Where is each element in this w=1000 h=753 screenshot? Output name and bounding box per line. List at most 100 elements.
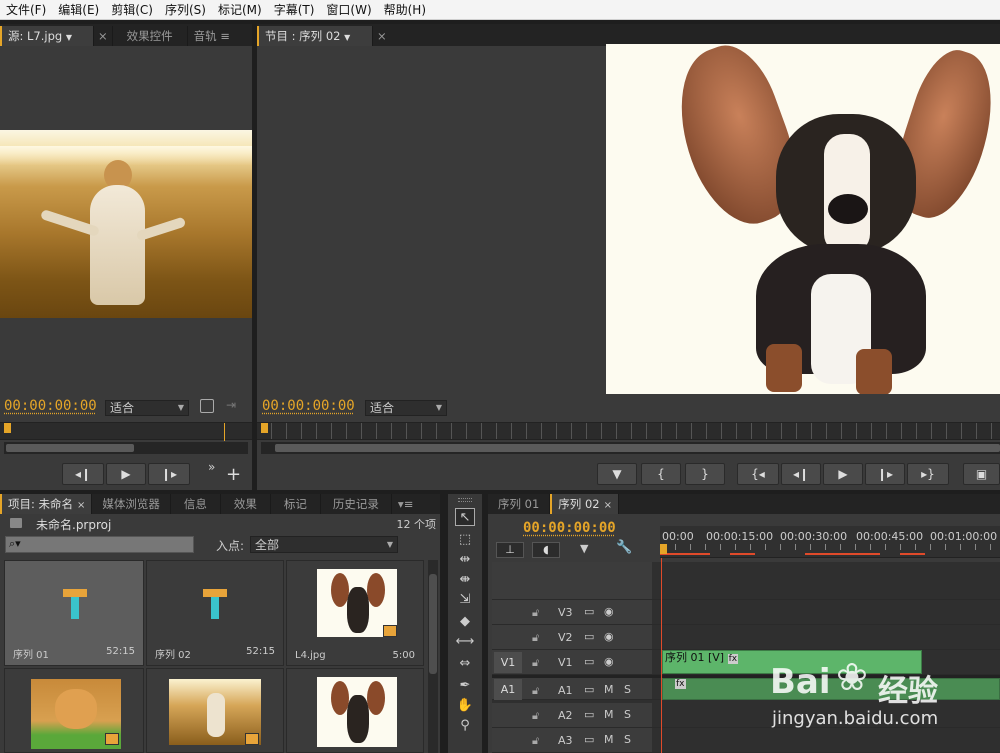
playhead-marker[interactable] — [261, 423, 268, 433]
mute-button[interactable]: M — [604, 708, 614, 721]
tab-sequence-02[interactable]: 序列 02 × — [550, 494, 619, 514]
scroll-thumb[interactable] — [275, 444, 1000, 452]
more-controls-icon[interactable]: » — [208, 460, 215, 474]
razor-tool-icon[interactable]: ◆ — [455, 612, 475, 630]
playhead-marker[interactable] — [4, 423, 11, 433]
in-point-dropdown[interactable]: 全部 ▼ — [250, 536, 398, 553]
track-select-tool-icon[interactable]: ⬚ — [455, 530, 475, 548]
tab-media-browser[interactable]: 媒体浏览器 — [92, 494, 171, 514]
program-fit-dropdown[interactable]: 适合 ▼ — [365, 400, 447, 416]
mute-button[interactable]: M — [604, 733, 614, 746]
tab-effect-controls[interactable]: 效果控件 — [113, 26, 188, 46]
play-button[interactable]: ▶ — [106, 463, 146, 485]
export-frame-icon[interactable]: ⇥ — [226, 398, 236, 412]
toggle-sync-icon[interactable]: ▭ — [584, 683, 594, 696]
project-item-wheat-field[interactable] — [146, 668, 284, 753]
program-zoom-scrollbar[interactable] — [261, 442, 1000, 454]
program-timecode[interactable]: 00:00:00:00 — [262, 398, 355, 414]
linked-selection-icon[interactable]: ◖ — [532, 542, 560, 558]
eye-icon[interactable]: ◉ — [604, 605, 614, 618]
go-to-in-button[interactable]: {◂ — [737, 463, 779, 485]
close-icon[interactable]: × — [77, 500, 85, 511]
rate-stretch-tool-icon[interactable]: ⇲ — [455, 590, 475, 608]
menu-sequence[interactable]: 序列(S) — [159, 0, 212, 20]
menu-edit[interactable]: 编辑(E) — [52, 0, 105, 20]
step-back-button[interactable]: ◂❙ — [62, 463, 104, 485]
mark-out-button[interactable]: } — [685, 463, 725, 485]
selection-tool-icon[interactable]: ↖ — [455, 508, 475, 526]
play-button[interactable]: ▶ — [823, 463, 863, 485]
tab-history[interactable]: 历史记录 — [321, 494, 392, 514]
search-input[interactable]: ⌕▾ — [5, 536, 194, 553]
source-timecode[interactable]: 00:00:00:00 — [4, 398, 97, 414]
solo-button[interactable]: S — [624, 683, 631, 696]
solo-button[interactable]: S — [624, 708, 631, 721]
step-back-button[interactable]: ◂❙ — [781, 463, 821, 485]
slip-tool-icon[interactable]: ⟷ — [455, 632, 475, 650]
toggle-sync-icon[interactable]: ▭ — [584, 605, 594, 618]
project-item-sequence-02[interactable]: 序列 02 52:15 — [146, 560, 284, 666]
lock-icon[interactable]: 🔓︎ — [532, 709, 539, 723]
step-forward-button[interactable]: ❙▸ — [148, 463, 190, 485]
playhead-marker[interactable] — [660, 544, 667, 554]
slide-tool-icon[interactable]: ⇔ — [455, 654, 475, 672]
source-time-ruler[interactable] — [0, 422, 252, 441]
project-item-sequence-01[interactable]: 序列 01 52:15 — [4, 560, 144, 666]
hand-tool-icon[interactable]: ✋ — [455, 696, 475, 714]
menu-title[interactable]: 字幕(T) — [268, 0, 321, 20]
wrench-icon[interactable]: 🔧 — [616, 540, 632, 555]
export-frame-button[interactable]: ▣ — [963, 463, 1000, 485]
tab-project[interactable]: 项目: 未命名 × — [0, 494, 93, 514]
source-patch-a1[interactable]: A1 — [494, 679, 522, 700]
chevron-down-icon[interactable]: ▼ — [66, 33, 72, 42]
lock-icon[interactable]: 🔓︎ — [532, 631, 539, 645]
project-scrollbar[interactable] — [428, 560, 438, 753]
menu-help[interactable]: 帮助(H) — [378, 0, 432, 20]
rolling-edit-tool-icon[interactable]: ⇼ — [455, 570, 475, 588]
lock-icon[interactable]: 🔓︎ — [532, 684, 539, 698]
project-item-golden-retriever[interactable] — [4, 668, 144, 753]
mute-button[interactable]: M — [604, 683, 614, 696]
chevron-down-icon[interactable]: ▼ — [344, 33, 350, 42]
scroll-thumb[interactable] — [429, 574, 437, 674]
eye-icon[interactable]: ◉ — [604, 655, 614, 668]
project-item-dog[interactable] — [286, 668, 424, 753]
add-button-icon[interactable]: + — [226, 464, 241, 485]
settings-icon[interactable] — [200, 399, 214, 413]
mark-in-button[interactable]: { — [641, 463, 681, 485]
ripple-edit-tool-icon[interactable]: ⇹ — [455, 550, 475, 568]
go-to-out-button[interactable]: ▸} — [907, 463, 949, 485]
snap-toggle-icon[interactable]: ⊥ — [496, 542, 524, 558]
tab-effects[interactable]: 效果 — [221, 494, 271, 514]
step-forward-button[interactable]: ❙▸ — [865, 463, 905, 485]
lock-icon[interactable]: 🔓︎ — [532, 606, 539, 620]
tab-markers[interactable]: 标记 — [271, 494, 321, 514]
solo-button[interactable]: S — [624, 733, 631, 746]
source-patch-v1[interactable]: V1 — [494, 652, 522, 673]
zoom-tool-icon[interactable]: ⚲ — [455, 716, 475, 734]
eye-icon[interactable]: ◉ — [604, 630, 614, 643]
tab-program[interactable]: 节目 : 序列 02 ▼ — [257, 26, 373, 46]
toggle-sync-icon[interactable]: ▭ — [584, 733, 594, 746]
menu-marker[interactable]: 标记(M) — [212, 0, 268, 20]
program-time-ruler[interactable] — [257, 422, 1000, 440]
toggle-sync-icon[interactable]: ▭ — [584, 630, 594, 643]
toggle-sync-icon[interactable]: ▭ — [584, 708, 594, 721]
tab-info[interactable]: 信息 — [171, 494, 221, 514]
project-item-l4[interactable]: L4.jpg 5:00 — [286, 560, 424, 666]
toggle-sync-icon[interactable]: ▭ — [584, 655, 594, 668]
timeline-ruler[interactable]: 00:00 00:00:15:00 00:00:30:00 00:00:45:0… — [660, 526, 1000, 558]
close-icon[interactable]: × — [94, 26, 113, 46]
panel-menu-icon[interactable]: ▾≡ — [392, 494, 419, 514]
pen-tool-icon[interactable]: ✒ — [455, 676, 475, 694]
scroll-thumb[interactable] — [6, 444, 134, 452]
lock-icon[interactable]: 🔓︎ — [532, 656, 539, 670]
lock-icon[interactable]: 🔓︎ — [532, 734, 539, 748]
tab-sequence-01[interactable]: 序列 01 — [488, 494, 551, 514]
menu-window[interactable]: 窗口(W) — [320, 0, 377, 20]
tab-audio[interactable]: 音轨 ≡ — [188, 26, 236, 46]
add-marker-button[interactable]: ▼ — [597, 463, 637, 485]
panel-menu-icon[interactable]: ≡ — [220, 29, 230, 43]
menu-clip[interactable]: 剪辑(C) — [105, 0, 159, 20]
add-marker-icon[interactable]: ▼ — [580, 542, 588, 555]
